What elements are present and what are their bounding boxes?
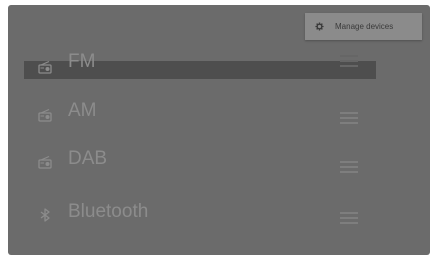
drag-handle-fm[interactable] (340, 55, 358, 69)
radio-icon (38, 155, 52, 169)
app-frame: FM AM DAB Bluetooth Manage devices (0, 0, 433, 260)
source-label-bluetooth: Bluetooth (68, 201, 149, 222)
drag-handle-dab[interactable] (340, 161, 358, 175)
source-screen: FM AM DAB Bluetooth Manage devices (8, 5, 430, 255)
source-label-fm: FM (68, 51, 96, 72)
radio-icon (38, 108, 52, 122)
source-label-am: AM (68, 100, 97, 121)
overflow-menu: Manage devices (305, 13, 422, 40)
menu-item-label[interactable]: Manage devices (335, 22, 393, 31)
menu-item-manage-devices[interactable] (313, 21, 325, 33)
source-label-dab: DAB (68, 148, 108, 169)
bluetooth-icon (40, 208, 50, 222)
radio-icon (38, 60, 52, 74)
drag-handle-bluetooth[interactable] (340, 212, 358, 226)
drag-handle-am[interactable] (340, 112, 358, 126)
gear-icon (314, 22, 324, 31)
